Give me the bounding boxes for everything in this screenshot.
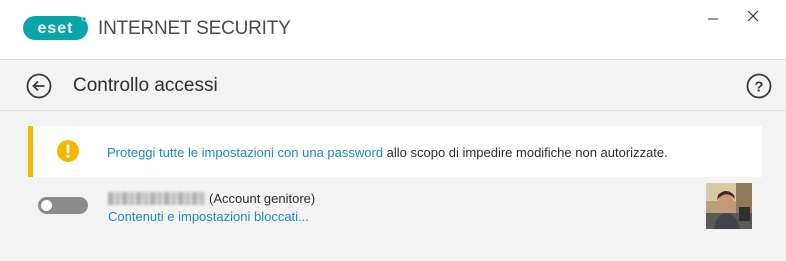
close-button[interactable] [739, 4, 767, 28]
minimize-icon [708, 18, 718, 20]
toggle-knob [41, 200, 52, 211]
close-icon [747, 10, 759, 22]
logo-text: eset [37, 20, 73, 37]
back-button[interactable] [26, 73, 52, 99]
page-title: Controllo accessi [73, 75, 218, 96]
banner-rest-text: allo scopo di impedire modifiche non aut… [383, 145, 668, 160]
set-password-link[interactable]: Proteggi tutte le impostazioni con una p… [107, 145, 383, 160]
title-bar: eset INTERNET SECURITY [0, 0, 786, 59]
page-header: Controllo accessi ? [0, 60, 786, 110]
help-button[interactable]: ? [746, 73, 772, 99]
app-title: INTERNET SECURITY [98, 18, 291, 39]
back-arrow-icon [26, 73, 52, 99]
header-divider [0, 110, 786, 111]
account-name-line: (Account genitore) [108, 191, 315, 206]
blocked-content-link[interactable]: Contenuti e impostazioni bloccati... [108, 209, 309, 224]
svg-text:?: ? [754, 79, 763, 96]
banner-message: Proteggi tutte le impostazioni con una p… [107, 145, 668, 160]
blurred-account-name [108, 192, 206, 205]
minimize-button[interactable] [699, 4, 727, 28]
help-icon: ? [746, 73, 772, 99]
password-warning-banner: Proteggi tutte le impostazioni con una p… [28, 126, 762, 177]
account-toggle[interactable] [38, 197, 88, 214]
avatar[interactable] [706, 183, 752, 229]
eset-logo: eset [23, 16, 88, 40]
account-role: (Account genitore) [209, 191, 316, 206]
warning-icon [57, 140, 79, 162]
